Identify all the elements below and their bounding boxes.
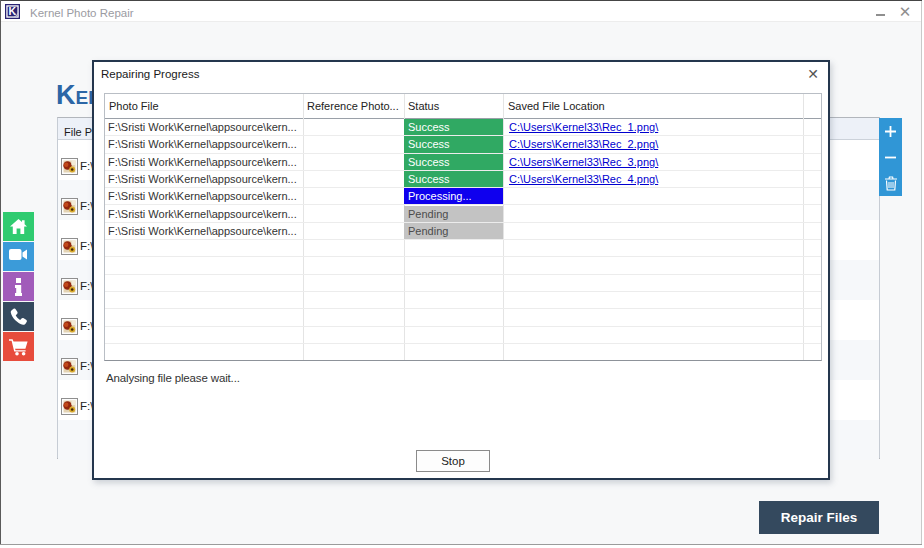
svg-text:K: K (9, 5, 17, 17)
